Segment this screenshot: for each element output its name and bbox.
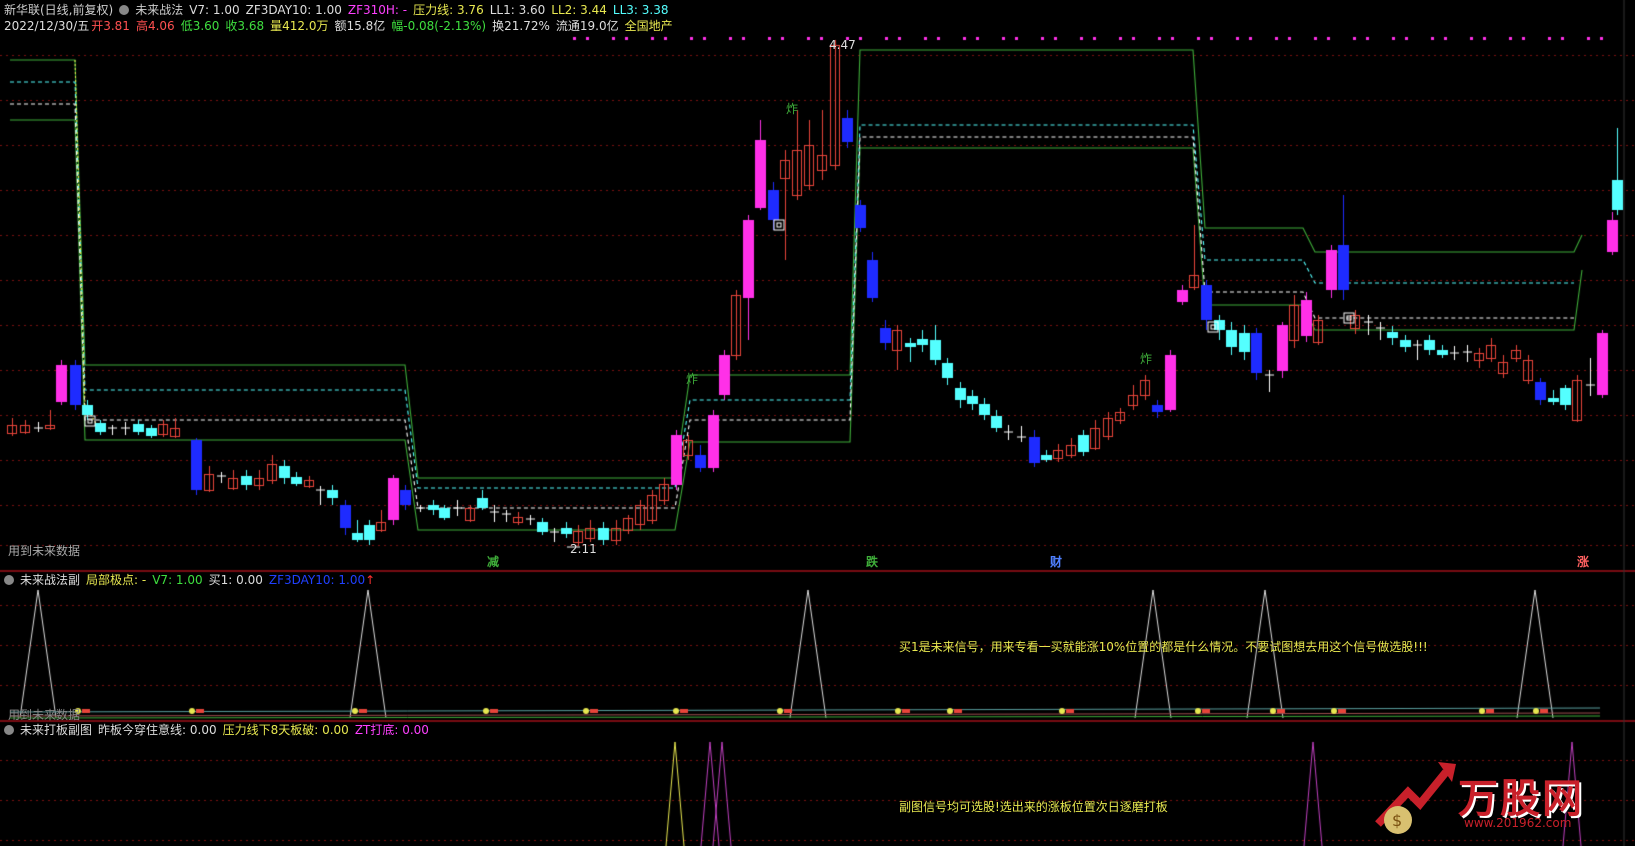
pressure-value: 压力线: 3.76 [413,3,484,17]
ll1-value: LL1: 3.60 [489,3,546,17]
stock-name: 新华联(日线,前复权) [4,3,114,17]
sub2-zt-bottom: ZT打底: 0.00 [354,723,429,737]
sub1-v7: V7: 1.00 [152,573,203,587]
sub1-toggle-icon[interactable] [4,575,14,585]
sub1-note: 买1是未来信号，用来专看一买就能涨10%位置的都是什么情况。不要试图想去用这个信… [899,640,1428,654]
zf3-value: ZF310H: - [347,3,408,17]
price-low-label: 2.11 [570,542,597,556]
ll3-value: LL3: 3.38 [612,3,669,17]
sub2-note: 副图信号均可选股!选出来的涨板位置次日逐磨打板 [899,800,1168,814]
brand-watermark: $ 万股网 www.201962.com [1368,754,1623,840]
sub2-pressure-break: 压力线下8天板破: 0.00 [222,723,349,737]
quote-volume: 量412.0万 [270,19,329,33]
v7-value: V7: 1.00 [189,3,240,17]
svg-text:$: $ [1392,811,1402,830]
sub1-name[interactable]: 未来战法副 [20,573,80,587]
signal-label-3: 财 [1050,555,1063,569]
indicator-toggle-icon[interactable] [119,5,130,15]
quote-change: 幅-0.08(-2.13%) [391,19,487,33]
sub1-zf3day: ZF3DAY10: 1.00 [268,573,366,587]
sub2-yesterday-board: 昨板今穿住意线: 0.00 [98,723,217,737]
sub1-arrow: ↑ [365,573,376,587]
zha-label-1: 炸 [786,102,799,116]
quote-sector[interactable]: 全国地产 [625,19,673,33]
zha-label-2: 炸 [686,372,699,386]
zf3day-value: ZF3DAY10: 1.00 [245,3,342,17]
signal-label-4: 涨 [1577,555,1590,569]
kline-chart-canvas[interactable] [0,0,1635,846]
sub1-future-note: 用到未来数据 [8,708,81,722]
sub1-header: 未来战法副 局部极点: - V7: 1.00 买1: 0.00 ZF3DAY10: 1.… [4,573,381,587]
quote-float: 流通19.0亿 [555,19,619,33]
sub2-toggle-icon[interactable] [4,725,14,735]
quote-turnover: 换21.72% [492,19,550,33]
sub2-name[interactable]: 未来打板副图 [20,723,92,737]
quote-row: 2022/12/30/五 开3.81 高4.06 低3.60 收3.68 量412.0万额… [4,19,679,33]
brand-logo-icon: $ [1375,762,1456,834]
brand-url: www.201962.com [1464,816,1572,830]
price-high-label: 4.47 [829,38,856,52]
quote-low: 低3.60 [180,19,220,33]
signal-label-1: 减 [487,555,500,569]
sub1-buy1: 买1: 0.00 [208,573,263,587]
signal-label-2: 跌 [866,555,879,569]
main-title-row: 新华联(日线,前复权) 未来战法 V7: 1.00 ZF3DAY10: 1.00 ZF3… [4,3,674,17]
ll2-value: LL2: 3.44 [551,3,607,17]
zha-label-3: 炸 [1140,352,1153,366]
quote-date: 2022/12/30/五 [4,19,90,33]
future-data-note: 用到未来数据 [8,544,81,558]
quote-amount: 额15.8亿 [334,19,386,33]
quote-high: 高4.06 [135,19,175,33]
sub1-local-extreme: 局部极点: - [86,573,147,587]
quote-open: 开3.81 [91,19,130,33]
sub2-header: 未来打板副图 昨板今穿住意线: 0.00 压力线下8天板破: 0.00 ZT打底: 0… [4,723,435,737]
quote-close: 收3.68 [225,19,265,33]
indicator-name[interactable]: 未来战法 [135,3,183,17]
